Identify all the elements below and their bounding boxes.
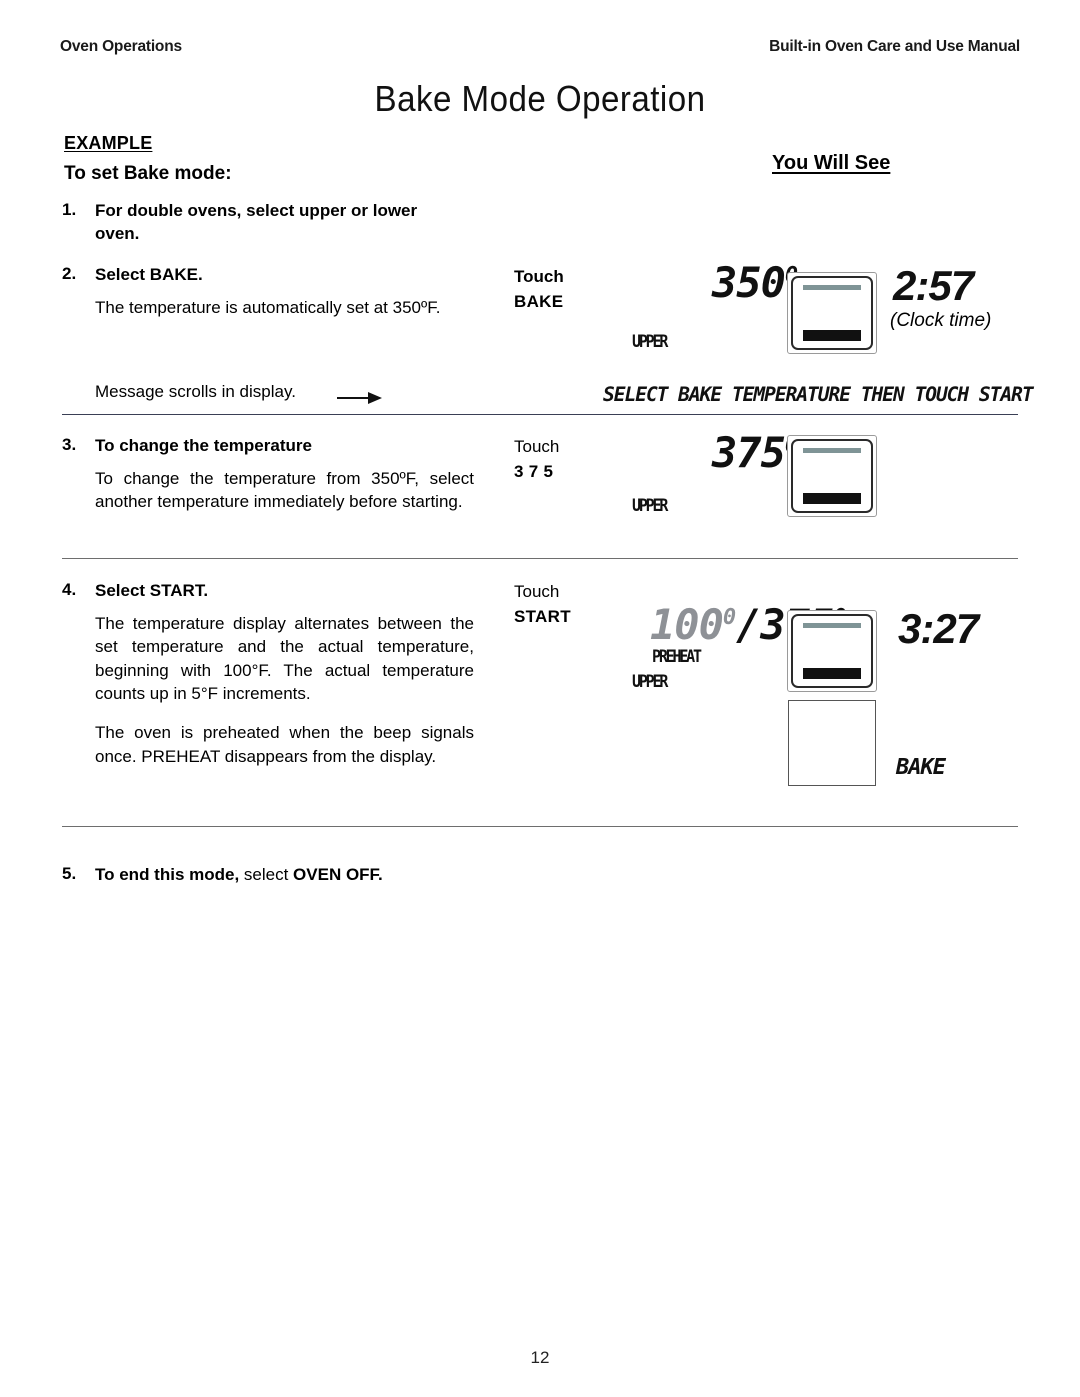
step-1-number: 1. bbox=[62, 200, 77, 219]
step-3: 3. To change the temperature To change t… bbox=[62, 435, 474, 514]
header-manual-title: Built-in Oven Care and Use Manual bbox=[769, 38, 1020, 55]
step-4-touch-key: START bbox=[514, 606, 571, 626]
step-3-panel-bottom-bar bbox=[803, 493, 861, 504]
step-5-title-key: OVEN OFF. bbox=[293, 865, 383, 884]
step-4: 4. Select START. The temperature display… bbox=[62, 580, 474, 768]
step-2: 2. Select BAKE. The temperature is autom… bbox=[62, 264, 474, 319]
step-3-paragraph: To change the temperature from 350ºF, se… bbox=[95, 468, 474, 512]
step-5-number: 5. bbox=[62, 864, 77, 883]
step-2-paragraph: The temperature is automatically set at … bbox=[95, 297, 441, 317]
step-4-title: Select START. bbox=[95, 581, 209, 600]
step-3-temperature-display: 3750 bbox=[712, 432, 798, 474]
step-4-upper-panel-bottom-bar bbox=[803, 668, 861, 679]
step-1: 1. For double ovens, select upper or low… bbox=[62, 200, 422, 245]
step-4-lower-oven-panel-graphic bbox=[788, 700, 876, 786]
step-4-actual-degree-symbol: 0 bbox=[722, 605, 737, 630]
divider-after-step-2 bbox=[62, 414, 1018, 415]
step-4-touch-instruction: Touch START bbox=[514, 580, 571, 629]
page-title: Bake Mode Operation bbox=[374, 78, 706, 119]
step-4-preheat-label: PREHEAT bbox=[652, 646, 702, 667]
step-3-touch-key: 3 7 5 bbox=[514, 461, 554, 481]
step-3-oven-label: UPPER bbox=[632, 495, 668, 516]
step-5-title-mid: select bbox=[239, 865, 294, 884]
section-subheading: To set Bake mode: bbox=[64, 163, 232, 184]
step-2-temp-value: 350 bbox=[712, 258, 786, 307]
step-2-panel-top-bar bbox=[803, 285, 861, 290]
step-3-panel-top-bar bbox=[803, 448, 861, 453]
step-3-oven-panel-graphic bbox=[787, 435, 877, 517]
example-label: EXAMPLE bbox=[64, 133, 153, 153]
step-4-upper-panel-inner bbox=[791, 614, 873, 688]
step-5: 5. To end this mode, select OVEN OFF. bbox=[62, 864, 474, 887]
step-3-temp-value: 375 bbox=[712, 428, 786, 477]
step-4-number: 4. bbox=[62, 580, 77, 599]
divider-after-step-3 bbox=[62, 558, 1018, 559]
step-3-touch-instruction: Touch 3 7 5 bbox=[514, 435, 559, 484]
step-2-panel-inner bbox=[791, 276, 873, 350]
step-3-number: 3. bbox=[62, 435, 77, 454]
step-2-touch-instruction: Touch BAKE bbox=[514, 265, 564, 314]
step-4-temp-separator: / bbox=[736, 600, 761, 649]
step-4-upper-oven-panel-graphic bbox=[787, 610, 877, 692]
right-arrow-icon bbox=[337, 392, 383, 404]
step-4-paragraph-2: The oven is preheated when the beep sign… bbox=[95, 723, 474, 766]
step-4-touch-word: Touch bbox=[514, 582, 560, 601]
step-2-touch-word: Touch bbox=[514, 267, 564, 286]
step-2-touch-key: BAKE bbox=[514, 291, 564, 311]
step-2-temperature-display: 3500 bbox=[712, 262, 798, 304]
divider-after-step-4 bbox=[62, 826, 1018, 827]
step-3-panel-inner bbox=[791, 439, 873, 513]
step-4-oven-label: UPPER bbox=[632, 671, 668, 692]
step-2-panel-bottom-bar bbox=[803, 330, 861, 341]
manual-page: Oven Operations Built-in Oven Care and U… bbox=[0, 0, 1080, 1397]
step-4-clock-display: 3:27 bbox=[898, 605, 979, 652]
step-3-touch-word: Touch bbox=[514, 437, 560, 456]
step-2-clock-display: 2:57 bbox=[893, 262, 974, 309]
step-5-title: To end this mode, select OVEN OFF. bbox=[95, 864, 474, 887]
step-4-mode-label: BAKE bbox=[896, 755, 946, 780]
scroll-message-display-text: SELECT BAKE TEMPERATURE THEN TOUCH START bbox=[603, 383, 1034, 406]
step-5-title-lead: To end this mode, bbox=[95, 865, 240, 884]
step-2-number: 2. bbox=[62, 264, 77, 283]
you-will-see-heading: You Will See bbox=[772, 152, 891, 174]
step-2-clock-caption: (Clock time) bbox=[890, 310, 992, 331]
step-4-actual-temp-value: 100 bbox=[650, 600, 724, 649]
step-1-title: For double ovens, select upper or lower … bbox=[95, 201, 418, 243]
step-3-title: To change the temperature bbox=[95, 436, 312, 455]
step-2-oven-label: UPPER bbox=[632, 331, 668, 352]
header-section-title: Oven Operations bbox=[60, 38, 182, 55]
page-number: 12 bbox=[530, 1348, 550, 1367]
step-4-upper-panel-top-bar bbox=[803, 623, 861, 628]
step-2-oven-panel-graphic bbox=[787, 272, 877, 354]
step-2-title: Select BAKE. bbox=[95, 265, 203, 284]
step-4-paragraph-1: The temperature display alternates betwe… bbox=[95, 613, 474, 703]
scroll-message-label: Message scrolls in display. bbox=[95, 382, 296, 401]
